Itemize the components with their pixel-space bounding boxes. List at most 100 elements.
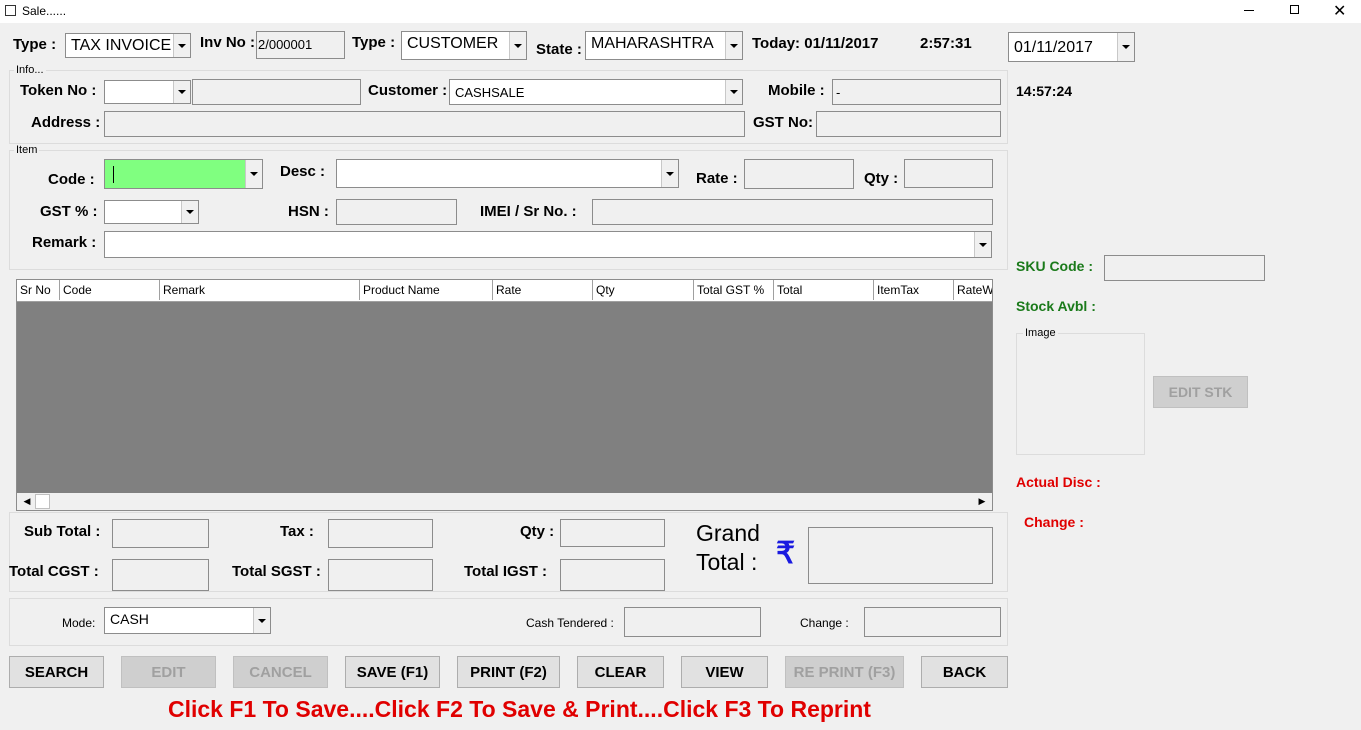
col-code[interactable]: Code — [60, 280, 160, 300]
edit-button[interactable]: EDIT — [121, 656, 216, 688]
type-select[interactable]: TAX INVOICE — [65, 33, 191, 58]
mobile-value: - — [836, 85, 841, 100]
change-field[interactable] — [864, 607, 1001, 637]
actual-disc-label: Actual Disc : — [1016, 474, 1101, 490]
chevron-down-icon[interactable] — [173, 81, 190, 103]
mobile-label: Mobile : — [768, 82, 825, 99]
customer-label: Customer : — [368, 82, 448, 99]
state-select[interactable]: MAHARASHTRA — [585, 31, 743, 60]
date-value: 01/11/2017 — [1014, 39, 1093, 56]
cash-tendered-field[interactable] — [624, 607, 761, 637]
inv-no-field[interactable]: 2/000001 — [256, 31, 345, 59]
clear-button[interactable]: CLEAR — [577, 656, 664, 688]
igst-label: Total IGST : — [464, 563, 548, 580]
reprint-button[interactable]: RE PRINT (F3) — [785, 656, 904, 688]
token-label: Token No : — [20, 82, 97, 99]
cash-tendered-label: Cash Tendered : — [526, 616, 614, 630]
col-rate[interactable]: Rate — [493, 280, 593, 300]
item-group-title: Item — [14, 144, 40, 156]
total-qty-field — [560, 519, 665, 547]
rate-field[interactable] — [744, 159, 854, 189]
horizontal-scrollbar[interactable]: ◀ ▶ — [17, 493, 992, 510]
qty-field[interactable] — [904, 159, 993, 188]
chevron-down-icon[interactable] — [974, 232, 991, 257]
remark-select[interactable] — [104, 231, 992, 258]
back-button[interactable]: BACK — [921, 656, 1008, 688]
sku-code-label: SKU Code : — [1016, 258, 1093, 274]
scroll-right-icon[interactable]: ▶ — [974, 495, 990, 508]
grand-total-field — [808, 527, 993, 584]
cancel-button[interactable]: CANCEL — [233, 656, 328, 688]
tax-field — [328, 519, 433, 548]
mobile-field[interactable]: - — [832, 79, 1001, 105]
chevron-down-icon[interactable] — [725, 80, 742, 104]
customer-value: CASHSALE — [455, 85, 525, 100]
state-value: MAHARASHTRA — [591, 35, 714, 52]
col-total[interactable]: Total — [774, 280, 874, 300]
date-picker[interactable]: 01/11/2017 — [1008, 32, 1135, 62]
grand-total-label-2: Total : — [696, 549, 758, 575]
text-cursor — [113, 166, 114, 183]
sgst-label: Total SGST : — [232, 563, 321, 580]
col-item-tax[interactable]: ItemTax — [874, 280, 954, 300]
chevron-down-icon[interactable] — [181, 201, 198, 223]
hsn-label: HSN : — [288, 203, 329, 220]
print-button[interactable]: PRINT (F2) — [457, 656, 560, 688]
edit-stk-button[interactable]: EDIT STK — [1153, 376, 1248, 408]
chevron-down-icon[interactable] — [173, 34, 190, 57]
type2-label: Type : — [352, 34, 396, 51]
address-field[interactable] — [104, 111, 745, 137]
token-select[interactable] — [104, 80, 191, 104]
stock-avbl-label: Stock Avbl : — [1016, 298, 1096, 314]
minimize-icon[interactable] — [1244, 10, 1254, 11]
chevron-down-icon[interactable] — [509, 32, 526, 59]
desc-select[interactable] — [336, 159, 679, 188]
footer-hint: Click F1 To Save....Click F2 To Save & P… — [168, 696, 871, 722]
mode-select[interactable]: CASH — [104, 607, 271, 634]
chevron-down-icon[interactable] — [725, 32, 742, 59]
col-product-name[interactable]: Product Name — [360, 280, 493, 300]
chevron-down-icon[interactable] — [253, 608, 270, 633]
app-icon — [5, 5, 16, 16]
image-group-title: Image — [1023, 327, 1058, 339]
chevron-down-icon[interactable] — [1117, 33, 1134, 61]
col-sr-no[interactable]: Sr No — [17, 280, 60, 300]
token-text-field[interactable] — [192, 79, 361, 105]
sku-code-field[interactable] — [1104, 255, 1265, 281]
window-title: Sale...... — [22, 4, 67, 18]
col-rate-w[interactable]: RateW — [954, 280, 992, 300]
close-icon[interactable]: ✕ — [1333, 1, 1346, 21]
gst-no-label: GST No: — [753, 114, 813, 131]
search-button[interactable]: SEARCH — [9, 656, 104, 688]
chevron-down-icon[interactable] — [661, 160, 678, 187]
cgst-field — [112, 559, 209, 591]
mode-value: CASH — [110, 611, 149, 627]
inv-no-value: 2/000001 — [258, 37, 313, 52]
remark-label: Remark : — [32, 234, 97, 251]
rupee-icon: ₹ — [776, 537, 796, 570]
state-label: State : — [536, 41, 582, 58]
code-label: Code : — [48, 171, 95, 188]
code-select[interactable] — [104, 159, 263, 189]
gst-percent-select[interactable] — [104, 200, 199, 224]
scroll-thumb[interactable] — [35, 494, 50, 509]
col-qty[interactable]: Qty — [593, 280, 694, 300]
customer-type-select[interactable]: CUSTOMER — [401, 31, 527, 60]
scroll-left-icon[interactable]: ◀ — [19, 495, 35, 508]
today-text: Today: 01/11/2017 — [752, 35, 879, 52]
chevron-down-icon[interactable] — [245, 160, 262, 188]
col-remark[interactable]: Remark — [160, 280, 360, 300]
imei-field[interactable] — [592, 199, 993, 225]
col-total-gst[interactable]: Total GST % — [694, 280, 774, 300]
gst-no-field[interactable] — [816, 111, 1001, 137]
items-grid[interactable]: Sr No Code Remark Product Name Rate Qty … — [16, 279, 993, 511]
customer-select[interactable]: CASHSALE — [449, 79, 743, 105]
side-change-label: Change : — [1024, 514, 1084, 530]
type-label: Type : — [13, 36, 57, 53]
restore-icon[interactable] — [1290, 5, 1299, 14]
hsn-field[interactable] — [336, 199, 457, 225]
cgst-label: Total CGST : — [9, 563, 99, 580]
view-button[interactable]: VIEW — [681, 656, 768, 688]
save-button[interactable]: SAVE (F1) — [345, 656, 440, 688]
clock-text: 14:57:24 — [1016, 83, 1073, 99]
